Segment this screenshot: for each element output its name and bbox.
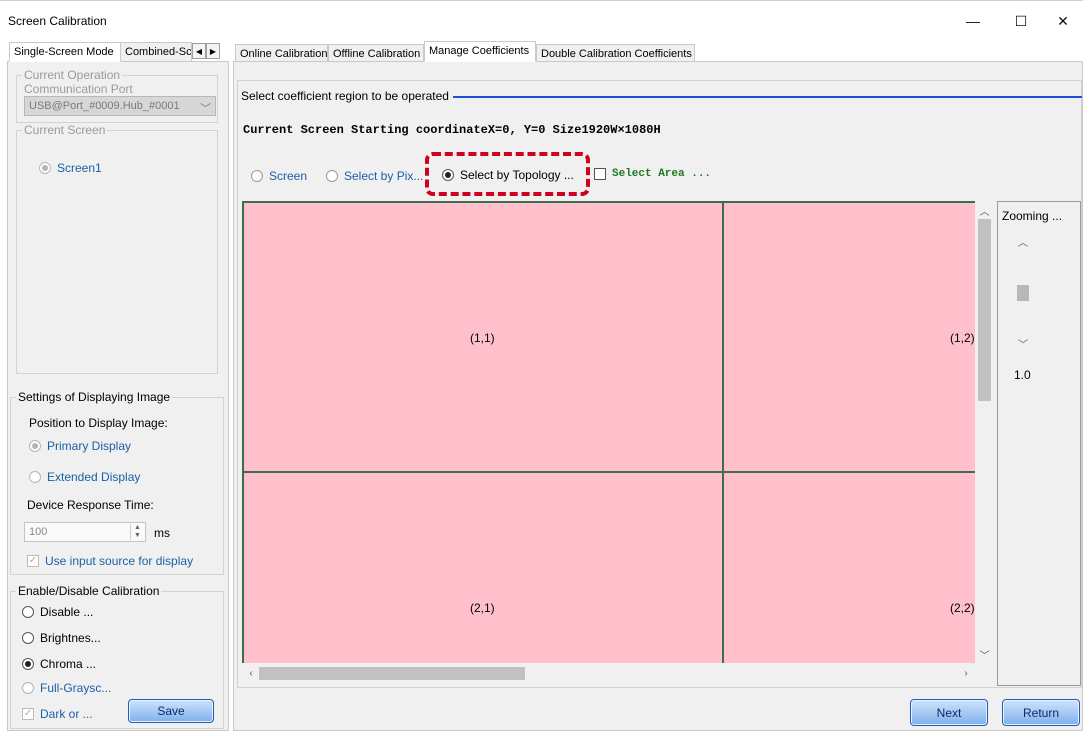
tab-offline-calibration[interactable]: Offline Calibration <box>328 44 424 62</box>
operation-group-label: Current Operation <box>22 68 123 82</box>
vertical-scrollbar[interactable]: ︿ ﹀ <box>975 201 994 663</box>
next-button[interactable]: Next <box>910 699 988 726</box>
calibration-group-label: Enable/Disable Calibration <box>16 584 162 598</box>
save-button[interactable]: Save <box>128 699 214 723</box>
horizontal-scrollbar[interactable]: ‹ › <box>242 663 975 684</box>
radio-dot-icon <box>22 682 34 694</box>
radio-dot-icon <box>29 440 41 452</box>
maximize-button[interactable]: ☐ <box>998 7 1044 35</box>
cal-brightness-radio[interactable]: Brightnes... <box>22 631 101 645</box>
tab-manage-coefficients[interactable]: Manage Coefficients <box>424 41 536 62</box>
cal-disable-label: Disable ... <box>40 605 94 619</box>
zoom-panel: Zooming ... ︿ ﹀ 1.0 <box>997 201 1081 686</box>
tab-online-calibration[interactable]: Online Calibration <box>235 44 328 62</box>
cal-disable-radio[interactable]: Disable ... <box>22 605 93 619</box>
response-time-input[interactable]: 100 ▲ ▼ <box>24 522 146 542</box>
comm-port-value: USB@Port_#0009.Hub_#0001 <box>29 100 180 112</box>
spin-arrows-icon[interactable]: ▲ ▼ <box>130 524 144 540</box>
tab-double-calibration[interactable]: Double Calibration Coefficients <box>536 44 695 62</box>
zoom-slider[interactable]: ︿ ﹀ <box>1014 230 1032 360</box>
screen-info: Current Screen Starting coordinateX=0, Y… <box>243 123 661 137</box>
cell-label: (1,2) <box>950 331 975 345</box>
radio-dot-icon <box>29 471 41 483</box>
grid-cell-2-1[interactable]: (2,1) <box>244 473 724 663</box>
cal-full-grayscale-radio[interactable]: Full-Graysc... <box>22 681 111 695</box>
mode-pixel-radio[interactable]: Select by Pix... <box>326 169 423 183</box>
radio-dot-icon <box>39 162 51 174</box>
zoom-up-icon[interactable]: ︿ <box>1014 234 1032 249</box>
cal-chroma-label: Chroma ... <box>40 657 97 671</box>
mode-pixel-label: Select by Pix... <box>344 169 424 183</box>
grid-cell-2-2[interactable]: (2,2) <box>724 473 975 663</box>
response-time-label: Device Response Time: <box>27 498 154 512</box>
mode-topology-radio[interactable]: Select by Topology ... <box>442 168 574 182</box>
comm-port-label: Communication Port <box>22 82 135 96</box>
comm-port-select[interactable]: USB@Port_#0009.Hub_#0001 ﹀ <box>24 96 216 116</box>
topology-grid[interactable]: (1,1) (1,2) (2,1) (2,2) <box>242 201 975 663</box>
title-bar: Screen Calibration — ☐ ✕ <box>0 0 1083 36</box>
zoom-label: Zooming ... <box>1002 209 1063 223</box>
cell-label: (2,2) <box>950 601 975 615</box>
cell-label: (2,1) <box>470 601 495 615</box>
horizontal-scroll-thumb[interactable] <box>259 667 525 680</box>
ms-label: ms <box>154 526 170 540</box>
check-icon: ✓ <box>27 555 39 567</box>
extended-display-radio[interactable]: Extended Display <box>29 470 140 484</box>
return-button[interactable]: Return <box>1002 699 1080 726</box>
tab-scroll-right-icon[interactable]: ▶ <box>206 43 220 59</box>
screen1-radio[interactable]: Screen1 <box>39 161 102 175</box>
response-time-value: 100 <box>29 526 48 538</box>
radio-dot-icon <box>22 658 34 670</box>
zoom-thumb[interactable] <box>1017 285 1029 301</box>
dark-or-label: Dark or ... <box>40 707 93 721</box>
mode-screen-label: Screen <box>269 169 308 183</box>
mode-topology-label: Select by Topology ... <box>460 168 574 182</box>
cell-label: (1,1) <box>470 331 495 345</box>
extended-display-label: Extended Display <box>47 470 141 484</box>
scroll-right-icon[interactable]: › <box>959 666 973 680</box>
radio-dot-icon <box>22 606 34 618</box>
window-title: Screen Calibration <box>8 14 107 28</box>
accent-line <box>450 96 1082 98</box>
scroll-left-icon[interactable]: ‹ <box>244 666 258 680</box>
check-icon: ✓ <box>22 708 34 720</box>
use-input-source-checkbox[interactable]: ✓ Use input source for display <box>27 554 193 568</box>
grid-cell-1-1[interactable]: (1,1) <box>244 203 724 473</box>
checkbox-box-icon <box>594 168 606 180</box>
cal-full-grayscale-label: Full-Graysc... <box>40 681 112 695</box>
display-settings-label: Settings of Displaying Image <box>16 390 173 404</box>
cal-chroma-radio[interactable]: Chroma ... <box>22 657 96 671</box>
grid-cell-1-2[interactable]: (1,2) <box>724 203 975 473</box>
zoom-value: 1.0 <box>1014 368 1031 382</box>
dark-or-checkbox[interactable]: ✓ Dark or ... <box>22 707 93 721</box>
primary-display-label: Primary Display <box>47 439 132 453</box>
scroll-down-icon[interactable]: ﹀ <box>975 647 994 662</box>
cal-brightness-label: Brightnes... <box>40 631 101 645</box>
close-button[interactable]: ✕ <box>1040 7 1083 35</box>
position-label: Position to Display Image: <box>29 416 168 430</box>
region-label: Select coefficient region to be operated <box>241 89 453 103</box>
select-area-checkbox[interactable]: Select Area ... <box>594 168 711 180</box>
radio-dot-icon <box>251 170 263 182</box>
primary-display-radio[interactable]: Primary Display <box>29 439 131 453</box>
tab-scroll-left-icon[interactable]: ◀ <box>192 43 206 59</box>
tab-single-screen-mode[interactable]: Single-Screen Mode <box>9 42 121 62</box>
scroll-up-icon[interactable]: ︿ <box>975 203 994 218</box>
zoom-down-icon[interactable]: ﹀ <box>1014 336 1032 351</box>
chevron-down-icon: ﹀ <box>200 103 211 115</box>
minimize-button[interactable]: — <box>950 7 996 35</box>
current-screen-label: Current Screen <box>22 123 108 137</box>
radio-dot-icon <box>442 169 454 181</box>
screen1-label: Screen1 <box>57 161 102 175</box>
radio-dot-icon <box>326 170 338 182</box>
tab-combined-screen[interactable]: Combined-Sc <box>120 42 192 62</box>
vertical-scroll-thumb[interactable] <box>978 219 991 401</box>
select-area-label: Select Area ... <box>612 168 712 180</box>
radio-dot-icon <box>22 632 34 644</box>
mode-screen-radio[interactable]: Screen <box>251 169 307 183</box>
use-input-source-label: Use input source for display <box>45 554 194 568</box>
